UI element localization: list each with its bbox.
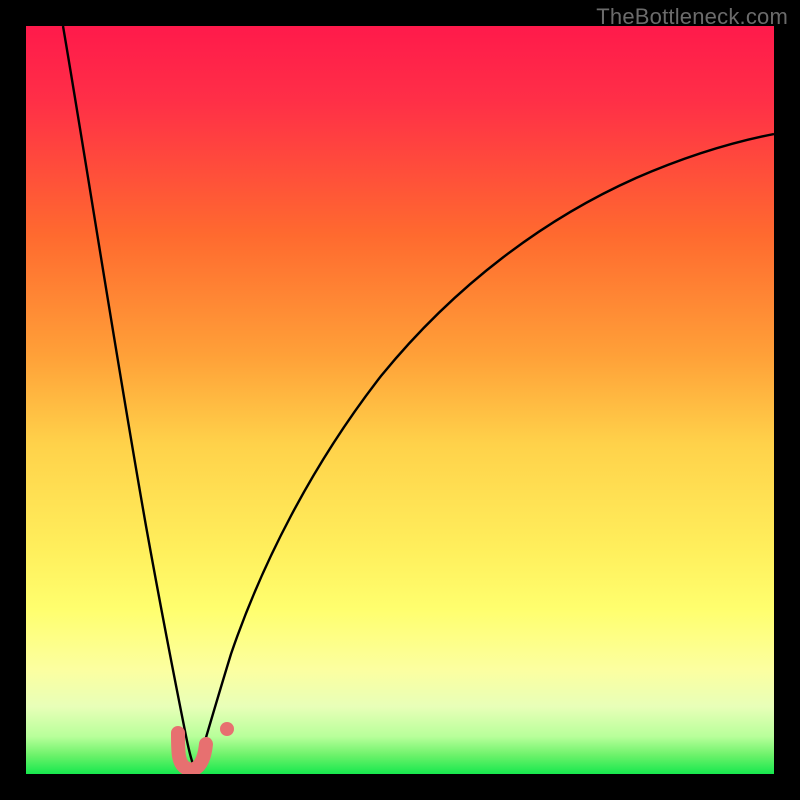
- plot-frame: [26, 26, 774, 774]
- curve-left-branch: [63, 26, 196, 771]
- bottleneck-curve: [26, 26, 774, 774]
- curve-right-branch: [196, 134, 774, 771]
- u-marker: [178, 733, 206, 769]
- watermark-text: TheBottleneck.com: [596, 4, 788, 30]
- dot-marker: [220, 722, 234, 736]
